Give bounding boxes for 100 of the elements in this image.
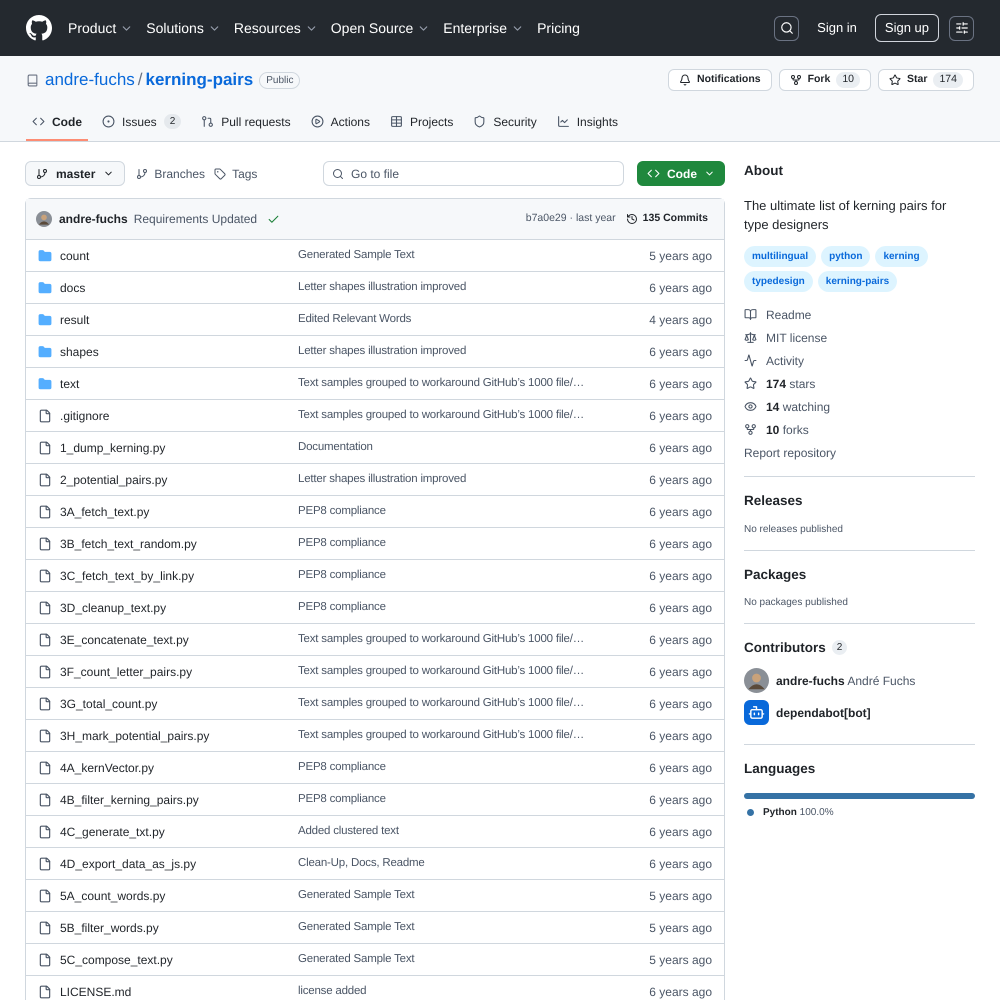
commit-message-link[interactable]: Clean-Up, Docs, Readme [298,854,425,872]
search-button[interactable] [774,16,800,40]
nav-menu[interactable]: Enterprise [443,18,524,38]
file-name-link[interactable]: 1_dump_kerning.py [60,438,298,456]
about-link[interactable]: Activity [744,352,975,370]
commit-message-link[interactable]: Generated Sample Text [298,918,414,936]
file-name-link[interactable]: LICENSE.md [60,982,298,1000]
commit-message-link[interactable]: Documentation [298,438,373,456]
robot-avatar-icon[interactable] [744,700,769,725]
report-link[interactable]: Report repository [744,444,975,462]
commit-message-link[interactable]: Generated Sample Text [298,246,414,264]
commit-message-link[interactable]: Added clustered text [298,822,399,840]
commit-message-link[interactable]: PEP8 compliance [298,598,386,616]
fork-button[interactable]: Fork 10 [778,69,872,91]
file-name-link[interactable]: 5A_count_words.py [60,886,298,904]
commit-message-link[interactable]: Letter shapes illustration improved [298,470,466,488]
repo-tab[interactable]: Insights [550,104,624,141]
file-name-link[interactable]: .gitignore [60,406,298,424]
nav-menu[interactable]: Pricing [537,18,580,38]
nav-menu[interactable]: Open Source [330,18,430,38]
commit-message-link[interactable]: Generated Sample Text [298,950,414,968]
commit-message-link[interactable]: license added [298,982,366,1000]
commit-message-link[interactable]: PEP8 compliance [298,758,386,776]
commit-message-link[interactable]: Requirements Updated [134,210,258,228]
about-link[interactable]: MIT license [744,329,975,346]
nav-menu[interactable]: Resources [234,18,318,38]
file-name-link[interactable]: 3A_fetch_text.py [60,502,298,520]
sign-up-button[interactable]: Sign up [874,14,939,42]
file-name-link[interactable]: count [60,246,298,264]
repo-tab[interactable]: Security [467,104,543,141]
file-name-link[interactable]: 3G_total_count.py [60,694,298,712]
commit-message-link[interactable]: PEP8 compliance [298,566,386,584]
about-link[interactable]: 174 stars [744,375,975,392]
about-link[interactable]: Readme [744,306,975,324]
file-name-link[interactable]: 3D_cleanup_text.py [60,598,298,616]
nav-menu[interactable]: Product [68,18,134,38]
file-name-link[interactable]: 3C_fetch_text_by_link.py [60,566,298,584]
commit-message-link[interactable]: Text samples grouped to workaround GitHub’s 1000 file/… [298,406,584,424]
repo-tab[interactable]: Issues 2 [96,104,188,141]
tags-link[interactable]: Tags [214,164,258,182]
file-name-link[interactable]: text [60,374,298,392]
branch-button[interactable]: master [25,161,126,186]
topic-tag[interactable]: typedesign [744,271,813,292]
file-name-link[interactable]: 4D_export_data_as_js.py [60,854,298,872]
commit-message-link[interactable]: Letter shapes illustration improved [298,342,466,360]
file-name-link[interactable]: 3F_count_letter_pairs.py [60,662,298,680]
commit-message-link[interactable]: Edited Relevant Words [298,310,412,328]
commit-message-link[interactable]: Text samples grouped to workaround GitHub’s 1000 file/… [298,374,584,392]
repo-name-link[interactable]: kerning-pairs [146,67,254,93]
star-icon [744,377,757,390]
branches-link[interactable]: Branches [136,164,206,182]
commit-message-link[interactable]: Text samples grouped to workaround GitHub’s 1000 file/… [298,662,584,680]
topic-tag[interactable]: python [821,246,870,268]
file-name-link[interactable]: 3B_fetch_text_random.py [60,534,298,552]
graph-icon [556,115,570,128]
file-name-link[interactable]: result [60,310,298,328]
commit-author-link[interactable]: andre-fuchs [59,210,128,228]
avatar-icon[interactable] [36,211,52,227]
file-name-link[interactable]: 4B_filter_kerning_pairs.py [60,790,298,808]
file-name-link[interactable]: docs [60,278,298,296]
file-name-link[interactable]: 3H_mark_potential_pairs.py [60,726,298,744]
repo-tab[interactable]: Pull requests [195,104,297,141]
notifications-button[interactable]: Notifications [668,69,772,91]
repo-tab[interactable]: Projects [384,104,460,141]
star-button[interactable]: Star 174 [878,69,974,91]
shield-icon [473,115,486,128]
nav-menu[interactable]: Solutions [146,18,221,38]
about-link[interactable]: 10 forks [744,421,975,438]
contributor-link[interactable]: dependabot[bot] [776,704,871,722]
file-name-link[interactable]: 4C_generate_txt.py [60,822,298,840]
about-link[interactable]: 14 watching [744,398,975,416]
commit-time: 6 years ago [649,408,712,424]
file-name-link[interactable]: 3E_concatenate_text.py [60,630,298,648]
commit-message-link[interactable]: PEP8 compliance [298,502,386,520]
file-name-link[interactable]: shapes [60,342,298,360]
owner-link[interactable]: andre-fuchs [45,67,135,93]
commit-message-link[interactable]: PEP8 compliance [298,790,386,808]
commit-message-link[interactable]: Text samples grouped to workaround GitHub’s 1000 file/… [298,630,584,648]
go-to-file-field[interactable]: Go to file [323,161,624,186]
file-name-link[interactable]: 5C_compose_text.py [60,950,298,968]
menu-button[interactable] [949,16,974,40]
commit-message-link[interactable]: Text samples grouped to workaround GitHub’s 1000 file/… [298,694,584,712]
topic-tag[interactable]: kerning-pairs [818,271,898,292]
topic-tag[interactable]: multilingual [744,246,816,268]
code-button[interactable]: Code [637,161,725,186]
avatar-icon[interactable] [744,668,769,693]
commit-message-link[interactable]: Generated Sample Text [298,886,414,904]
repo-tab[interactable]: Actions [304,104,376,141]
commit-message-link[interactable]: Text samples grouped to workaround GitHub’s 1000 file/… [298,726,584,744]
topic-tag[interactable]: kerning [875,246,928,268]
commit-message-link[interactable]: Letter shapes illustration improved [298,278,466,296]
commit-message-link[interactable]: PEP8 compliance [298,534,386,552]
repo-tab[interactable]: Code [26,104,88,141]
commits-link[interactable]: 135 Commits [626,211,708,227]
sign-in-link[interactable]: Sign in [809,18,865,38]
octocat-logo-icon[interactable] [26,15,52,41]
file-name-link[interactable]: 4A_kernVector.py [60,758,298,776]
file-name-link[interactable]: 5B_filter_words.py [60,918,298,936]
file-name-link[interactable]: 2_potential_pairs.py [60,470,298,488]
contributor-link[interactable]: andre-fuchs André Fuchs [776,672,916,690]
